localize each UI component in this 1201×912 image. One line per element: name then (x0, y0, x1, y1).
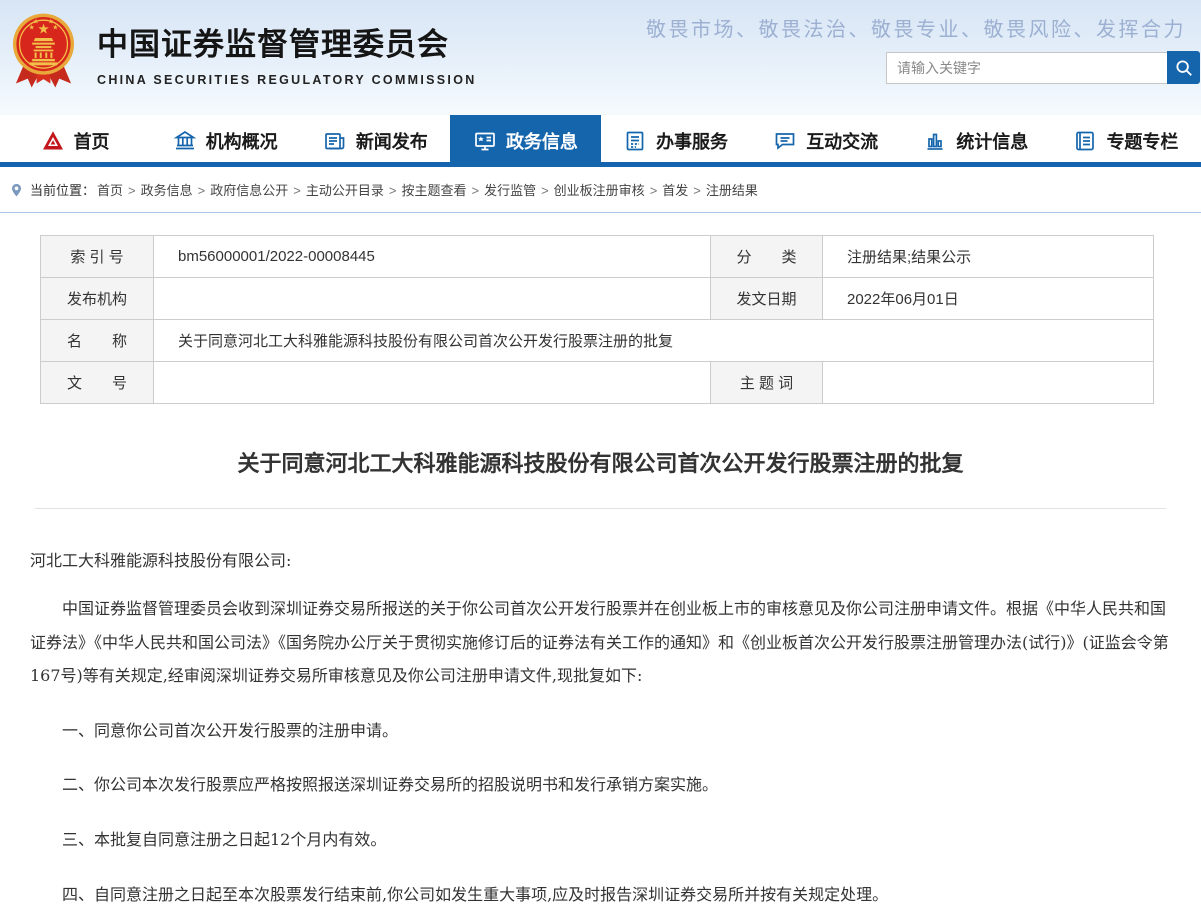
bar-chart-icon (923, 129, 947, 153)
nav-item-label: 统计信息 (956, 132, 1029, 152)
svg-text:★: ★ (52, 23, 58, 31)
breadcrumb-separator: > (693, 183, 701, 198)
nav-item-interaction[interactable]: 互动交流 (751, 115, 901, 167)
csrc-logo-icon (41, 129, 65, 153)
nav-item-services[interactable]: 办事服务 (601, 115, 751, 167)
nav-item-about[interactable]: 机构概况 (150, 115, 300, 167)
meta-value-category: 注册结果;结果公示 (822, 235, 1154, 278)
breadcrumb-separator: > (649, 183, 658, 198)
nav-item-label: 新闻发布 (355, 132, 428, 152)
site-header: ★ ★ ★ ★ ★ 中国证券监督管理委员会 CHINA SECURITIES R… (0, 0, 1201, 115)
meta-value-name: 关于同意河北工大科雅能源科技股份有限公司首次公开发行股票注册的批复 (153, 319, 1154, 362)
breadcrumb-separator: > (128, 183, 136, 198)
nav-item-label: 专题专栏 (1106, 132, 1179, 152)
document-paragraph: 二、你公司本次发行股票应严格按照报送深圳证券交易所的招股说明书和发行承销方案实施… (62, 775, 719, 795)
nav-item-label: 办事服务 (656, 132, 729, 152)
meta-value-index: bm56000001/2022-00008445 (153, 235, 711, 278)
breadcrumb: 当前位置： 首页 > 政务信息 > 政府信息公开 > 主动公开目录 > 按主题查看 > 发行监管 > 创… (0, 167, 1201, 213)
meta-label-docnum: 文 号 (40, 361, 154, 404)
site-logo[interactable]: ★ ★ ★ ★ ★ 中国证券监督管理委员会 CHINA SECURITIES R… (10, 10, 477, 96)
meta-value-agency (153, 277, 711, 320)
table-row: 文 号 主 题 词 (40, 361, 1154, 404)
meta-label-subject: 主 题 词 (710, 361, 823, 404)
page-root: ★ ★ ★ ★ ★ 中国证券监督管理委员会 CHINA SECURITIES R… (0, 0, 1201, 911)
meta-label-name: 名 称 (40, 319, 154, 362)
breadcrumb-trail: 首页 > 政务信息 > 政府信息公开 > 主动公开目录 > 按主题查看 > 发行监管 > 创业板注册审核… (97, 180, 758, 199)
nav-item-topics[interactable]: 专题专栏 (1051, 115, 1201, 167)
meta-label-agency: 发布机构 (40, 277, 154, 320)
breadcrumb-separator: > (388, 183, 397, 198)
document-paragraphs: 中国证券监督管理委员会收到深圳证券交易所报送的关于你公司首次公开发行股票并在创业… (30, 592, 1171, 911)
svg-text:★: ★ (33, 17, 39, 25)
meta-label-date: 发文日期 (710, 277, 823, 320)
national-emblem-icon: ★ ★ ★ ★ ★ (12, 13, 75, 88)
breadcrumb-label: 当前位置： (30, 183, 96, 198)
newspaper-icon (323, 129, 347, 153)
document-meta-table: 索 引 号 bm56000001/2022-00008445 分 类 注册结果;… (40, 235, 1154, 404)
breadcrumb-link[interactable]: 政府信息公开 (210, 183, 288, 198)
nav-item-label: 机构概况 (205, 132, 278, 152)
main-nav: 首页 机构概况 新闻发布 政务信息 办事服务 互动交流 统计信息 专题专栏 (0, 115, 1201, 167)
meta-value-docnum (153, 361, 711, 404)
document-salutation: 河北工大科雅能源科技股份有限公司: (30, 551, 292, 570)
breadcrumb-link[interactable]: 政务信息 (141, 183, 193, 198)
nav-item-statistics[interactable]: 统计信息 (901, 115, 1051, 167)
nav-item-label: 政务信息 (505, 132, 578, 152)
meta-label-category: 分 类 (710, 235, 823, 278)
breadcrumb-separator: > (293, 183, 301, 198)
document-paragraph: 一、同意你公司首次公开发行股票的注册申请。 (62, 720, 399, 740)
site-subtitle: CHINA SECURITIES REGULATORY COMMISSION (97, 73, 477, 87)
document-paragraph: 三、本批复自同意注册之日起12个月内有效。 (62, 829, 387, 849)
table-row: 发布机构 发文日期 2022年06月01日 (40, 277, 1154, 320)
breadcrumb-separator: > (541, 183, 549, 198)
nav-item-label: 互动交流 (806, 132, 879, 152)
breadcrumb-link[interactable]: 主动公开目录 (306, 183, 384, 198)
breadcrumb-link[interactable]: 按主题查看 (401, 183, 466, 198)
location-pin-icon (11, 183, 22, 196)
search-bar (886, 51, 1200, 84)
nav-list: 首页 机构概况 新闻发布 政务信息 办事服务 互动交流 统计信息 专题专栏 (0, 115, 1201, 167)
nav-item-gov-info[interactable]: 政务信息 (450, 115, 601, 167)
brand-text: 中国证券监督管理委员会 CHINA SECURITIES REGULATORY … (97, 19, 477, 87)
nav-item-label: 首页 (73, 132, 110, 152)
content: 索 引 号 bm56000001/2022-00008445 分 类 注册结果;… (0, 235, 1201, 911)
search-button[interactable] (1167, 51, 1200, 84)
nav-item-news[interactable]: 新闻发布 (300, 115, 450, 167)
breadcrumb-link[interactable]: 创业板注册审核 (554, 183, 645, 198)
search-icon (1175, 59, 1192, 76)
document-paragraph: 四、自同意注册之日起至本次股票发行结束前,你公司如发生重大事项,应及时报告深圳证… (62, 884, 889, 904)
document-body: 河北工大科雅能源科技股份有限公司: 中国证券监督管理委员会收到深圳证券交易所报送… (30, 547, 1171, 911)
monitor-icon (473, 129, 497, 153)
site-slogan: 敬畏市场、敬畏法治、敬畏专业、敬畏风险、发挥合力 (646, 17, 1186, 41)
breadcrumb-separator: > (197, 183, 206, 198)
bank-icon (173, 129, 197, 153)
breadcrumb-link[interactable]: 首发 (662, 183, 688, 198)
chat-icon (773, 129, 797, 153)
site-title: 中国证券监督管理委员会 (97, 27, 449, 62)
table-row: 名 称 关于同意河北工大科雅能源科技股份有限公司首次公开发行股票注册的批复 (40, 319, 1154, 362)
search-input[interactable] (886, 51, 1167, 84)
document-paragraph: 中国证券监督管理委员会收到深圳证券交易所报送的关于你公司首次公开发行股票并在创业… (30, 599, 1169, 686)
breadcrumb-separator: > (471, 183, 480, 198)
meta-value-date: 2022年06月01日 (822, 277, 1154, 320)
breadcrumb-link[interactable]: 首页 (97, 183, 123, 198)
topic-icon (1073, 129, 1097, 153)
breadcrumb-link[interactable]: 注册结果 (706, 183, 758, 198)
nav-item-home[interactable]: 首页 (0, 115, 150, 167)
meta-label-index: 索 引 号 (40, 235, 154, 278)
services-icon (623, 129, 647, 153)
table-row: 索 引 号 bm56000001/2022-00008445 分 类 注册结果;… (40, 235, 1154, 278)
meta-value-subject (822, 361, 1154, 404)
title-divider (35, 508, 1166, 509)
document-title: 关于同意河北工大科雅能源科技股份有限公司首次公开发行股票注册的批复 (237, 451, 964, 476)
breadcrumb-link[interactable]: 发行监管 (484, 183, 536, 198)
